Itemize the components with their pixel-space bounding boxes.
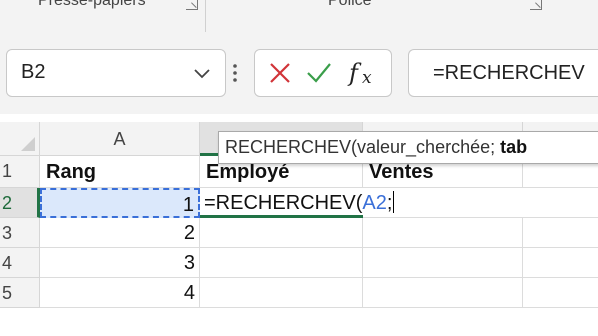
chevron-down-icon[interactable] [191, 62, 213, 84]
more-options-icon[interactable] [232, 62, 238, 84]
svg-text:f: f [347, 59, 362, 87]
editing-formula-prefix: =RECHERCHEV( [204, 192, 363, 214]
svg-text:x: x [362, 68, 372, 88]
row-header-1[interactable]: 1 [0, 156, 40, 188]
formula-text: =RECHERCHEV [433, 62, 585, 84]
cell-c4[interactable] [363, 248, 523, 278]
font-dialog-launcher-icon[interactable] [530, 0, 542, 10]
cell-a1[interactable]: Rang [40, 156, 200, 188]
enter-check-icon[interactable] [305, 60, 333, 86]
name-box[interactable]: B2 [6, 49, 226, 97]
select-all-corner[interactable] [0, 122, 40, 156]
cell-b5[interactable] [200, 278, 363, 308]
formula-input[interactable]: =RECHERCHEV [408, 49, 598, 97]
cell-b2-editing[interactable]: =RECHERCHEV(A2; [200, 188, 523, 218]
formula-action-buttons: f x [254, 49, 392, 97]
cell-a5[interactable]: 4 [40, 278, 200, 308]
function-argument-tooltip[interactable]: RECHERCHEV(valeur_cherchée; tab [218, 131, 598, 164]
formula-bar: B2 f x =RECHERCHEV [0, 32, 598, 114]
clipboard-dialog-launcher-icon[interactable] [186, 0, 198, 10]
row-header-5[interactable]: 5 [0, 278, 40, 308]
select-all-triangle-icon [21, 137, 35, 151]
cell-b4[interactable] [200, 248, 363, 278]
cell-d5[interactable] [523, 278, 598, 308]
cell-d4[interactable] [523, 248, 598, 278]
cell-d2[interactable] [523, 188, 598, 218]
column-header-a[interactable]: A [40, 122, 200, 156]
row-header-3[interactable]: 3 [0, 218, 40, 248]
editing-formula-suffix: ; [386, 192, 393, 214]
tooltip-arg-current: valeur_cherchée; [357, 137, 496, 157]
cell-c5[interactable] [363, 278, 523, 308]
row-header-2[interactable]: 2 [0, 188, 40, 218]
ribbon-group-strip: Presse-papiers Police [0, 0, 598, 33]
cell-a2[interactable]: 1 [40, 188, 200, 218]
tooltip-function-name: RECHERCHEV( [225, 137, 358, 157]
text-cursor [393, 191, 395, 213]
ribbon-group-font-label: Police [328, 0, 372, 9]
cell-d3[interactable] [523, 218, 598, 248]
cell-b3[interactable] [200, 218, 363, 248]
cell-c3[interactable] [363, 218, 523, 248]
editing-formula-reference: A2 [362, 192, 387, 214]
name-box-value: B2 [21, 61, 46, 83]
row-header-4[interactable]: 4 [0, 248, 40, 278]
cancel-x-icon[interactable] [267, 60, 293, 86]
tooltip-arg-next: tab [500, 137, 528, 157]
ribbon-group-clipboard-label: Presse-papiers [38, 0, 146, 9]
ribbon-group-separator [205, 0, 206, 32]
cell-a3[interactable]: 2 [40, 218, 200, 248]
cell-a4[interactable]: 3 [40, 248, 200, 278]
insert-function-fx-icon[interactable]: f x [347, 56, 385, 90]
